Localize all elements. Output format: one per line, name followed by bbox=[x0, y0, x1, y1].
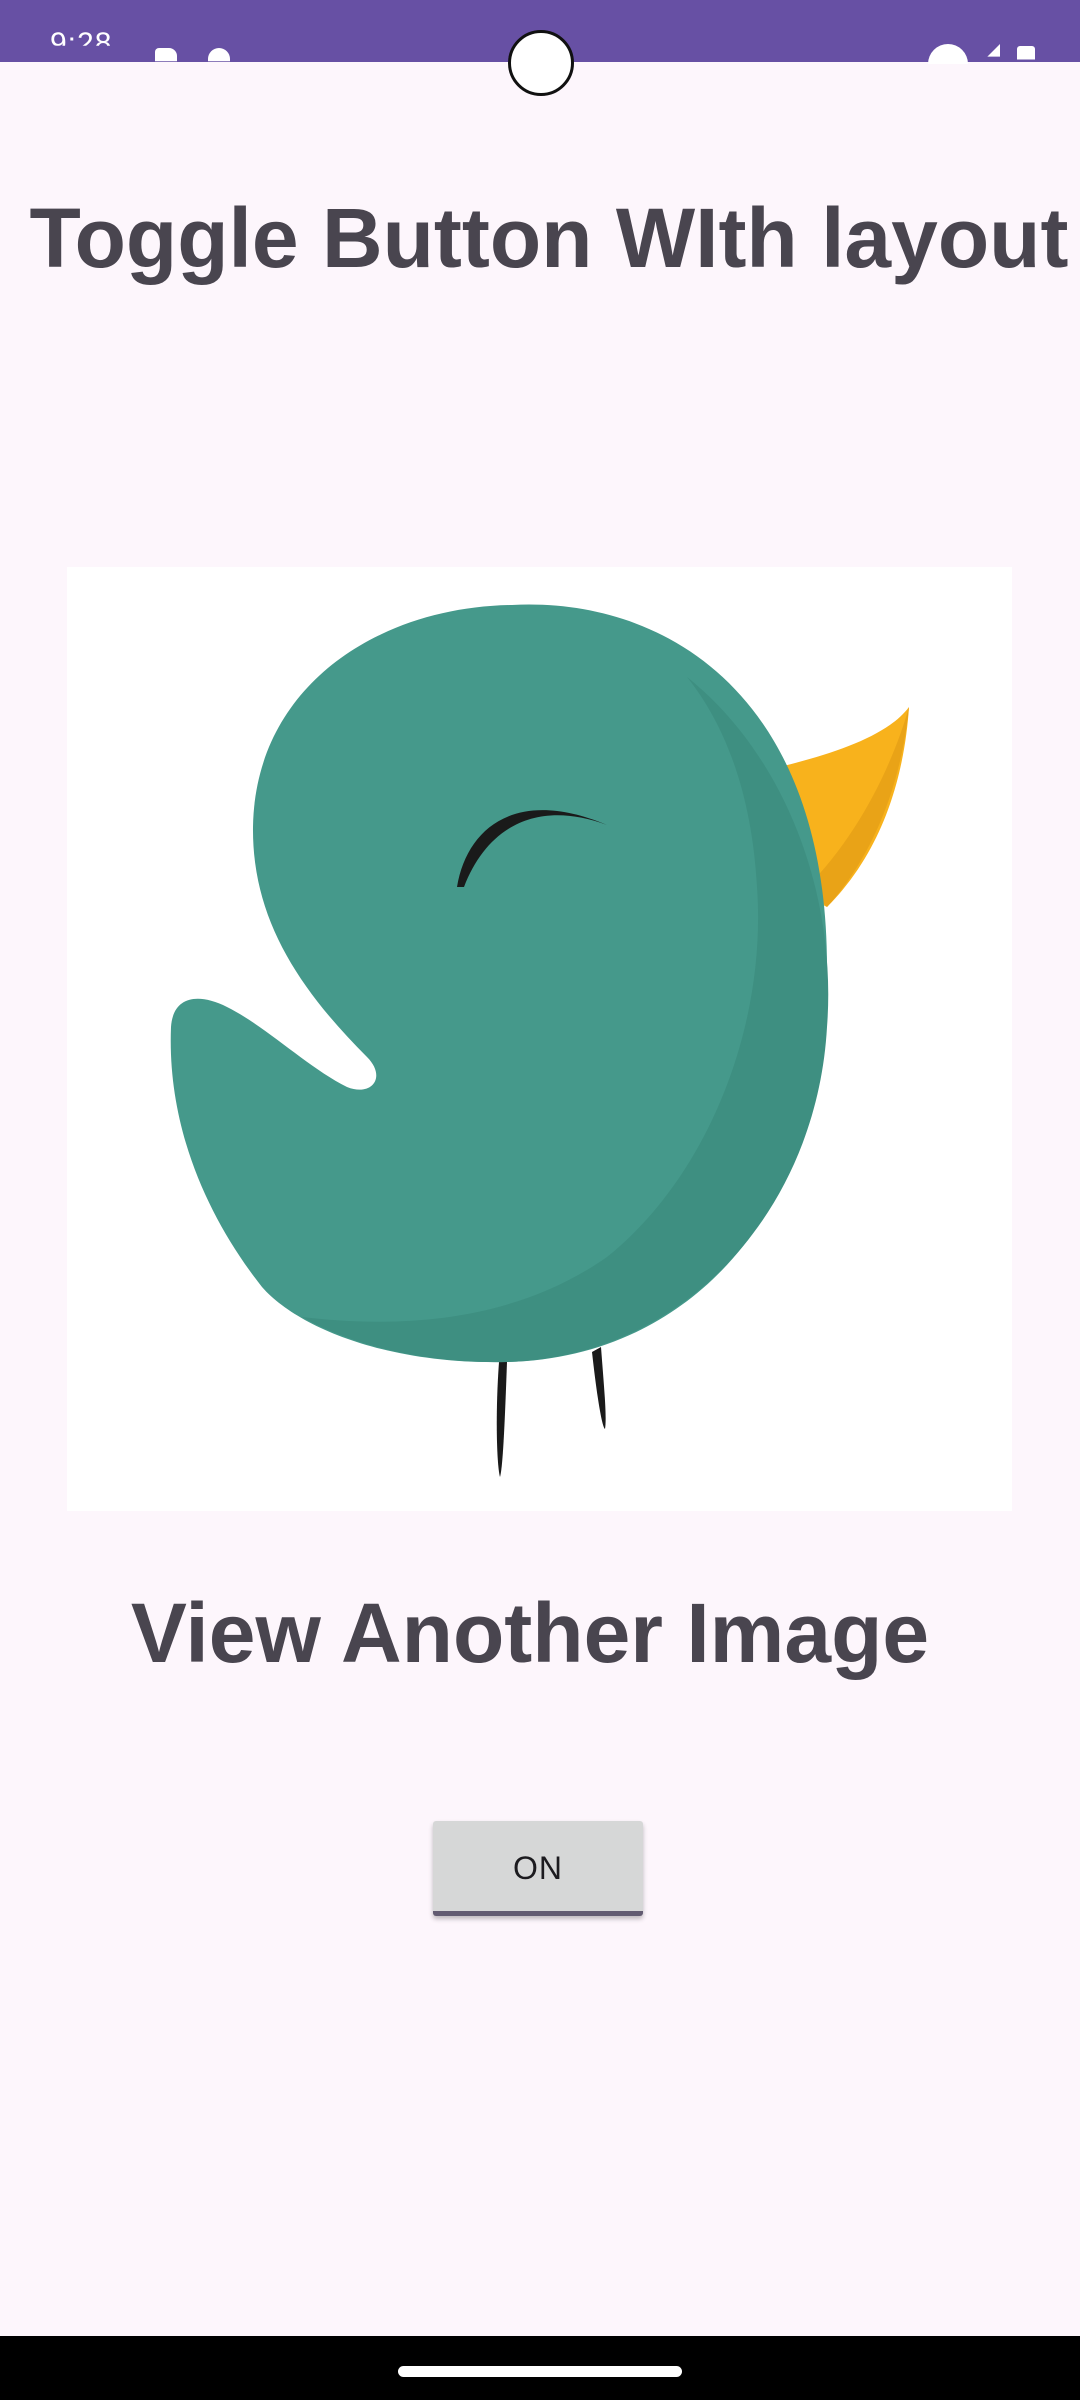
view-another-image-label: View Another Image bbox=[130, 1586, 930, 1680]
wifi-icon bbox=[928, 44, 968, 64]
app-screen: 9:28 Toggle Button WIth layout View Anot… bbox=[0, 0, 1080, 2400]
bird-leg-left bbox=[496, 1362, 507, 1477]
bird-image bbox=[67, 567, 1012, 1511]
home-gesture-handle[interactable] bbox=[398, 2366, 682, 2377]
sd-card-icon bbox=[155, 48, 177, 62]
front-camera-cutout bbox=[508, 30, 574, 96]
toggle-button[interactable]: ON bbox=[433, 1821, 643, 1916]
status-time: 9:28 bbox=[50, 27, 113, 60]
bird-illustration-icon bbox=[170, 604, 909, 1477]
battery-icon bbox=[1017, 46, 1035, 60]
bird-leg-right bbox=[592, 1347, 606, 1429]
page-title: Toggle Button WIth layout bbox=[29, 191, 1069, 285]
signal-icon bbox=[972, 44, 1000, 57]
bug-icon bbox=[208, 48, 230, 62]
toggle-checked-indicator bbox=[433, 1911, 643, 1916]
toggle-button-label: ON bbox=[513, 1850, 563, 1886]
